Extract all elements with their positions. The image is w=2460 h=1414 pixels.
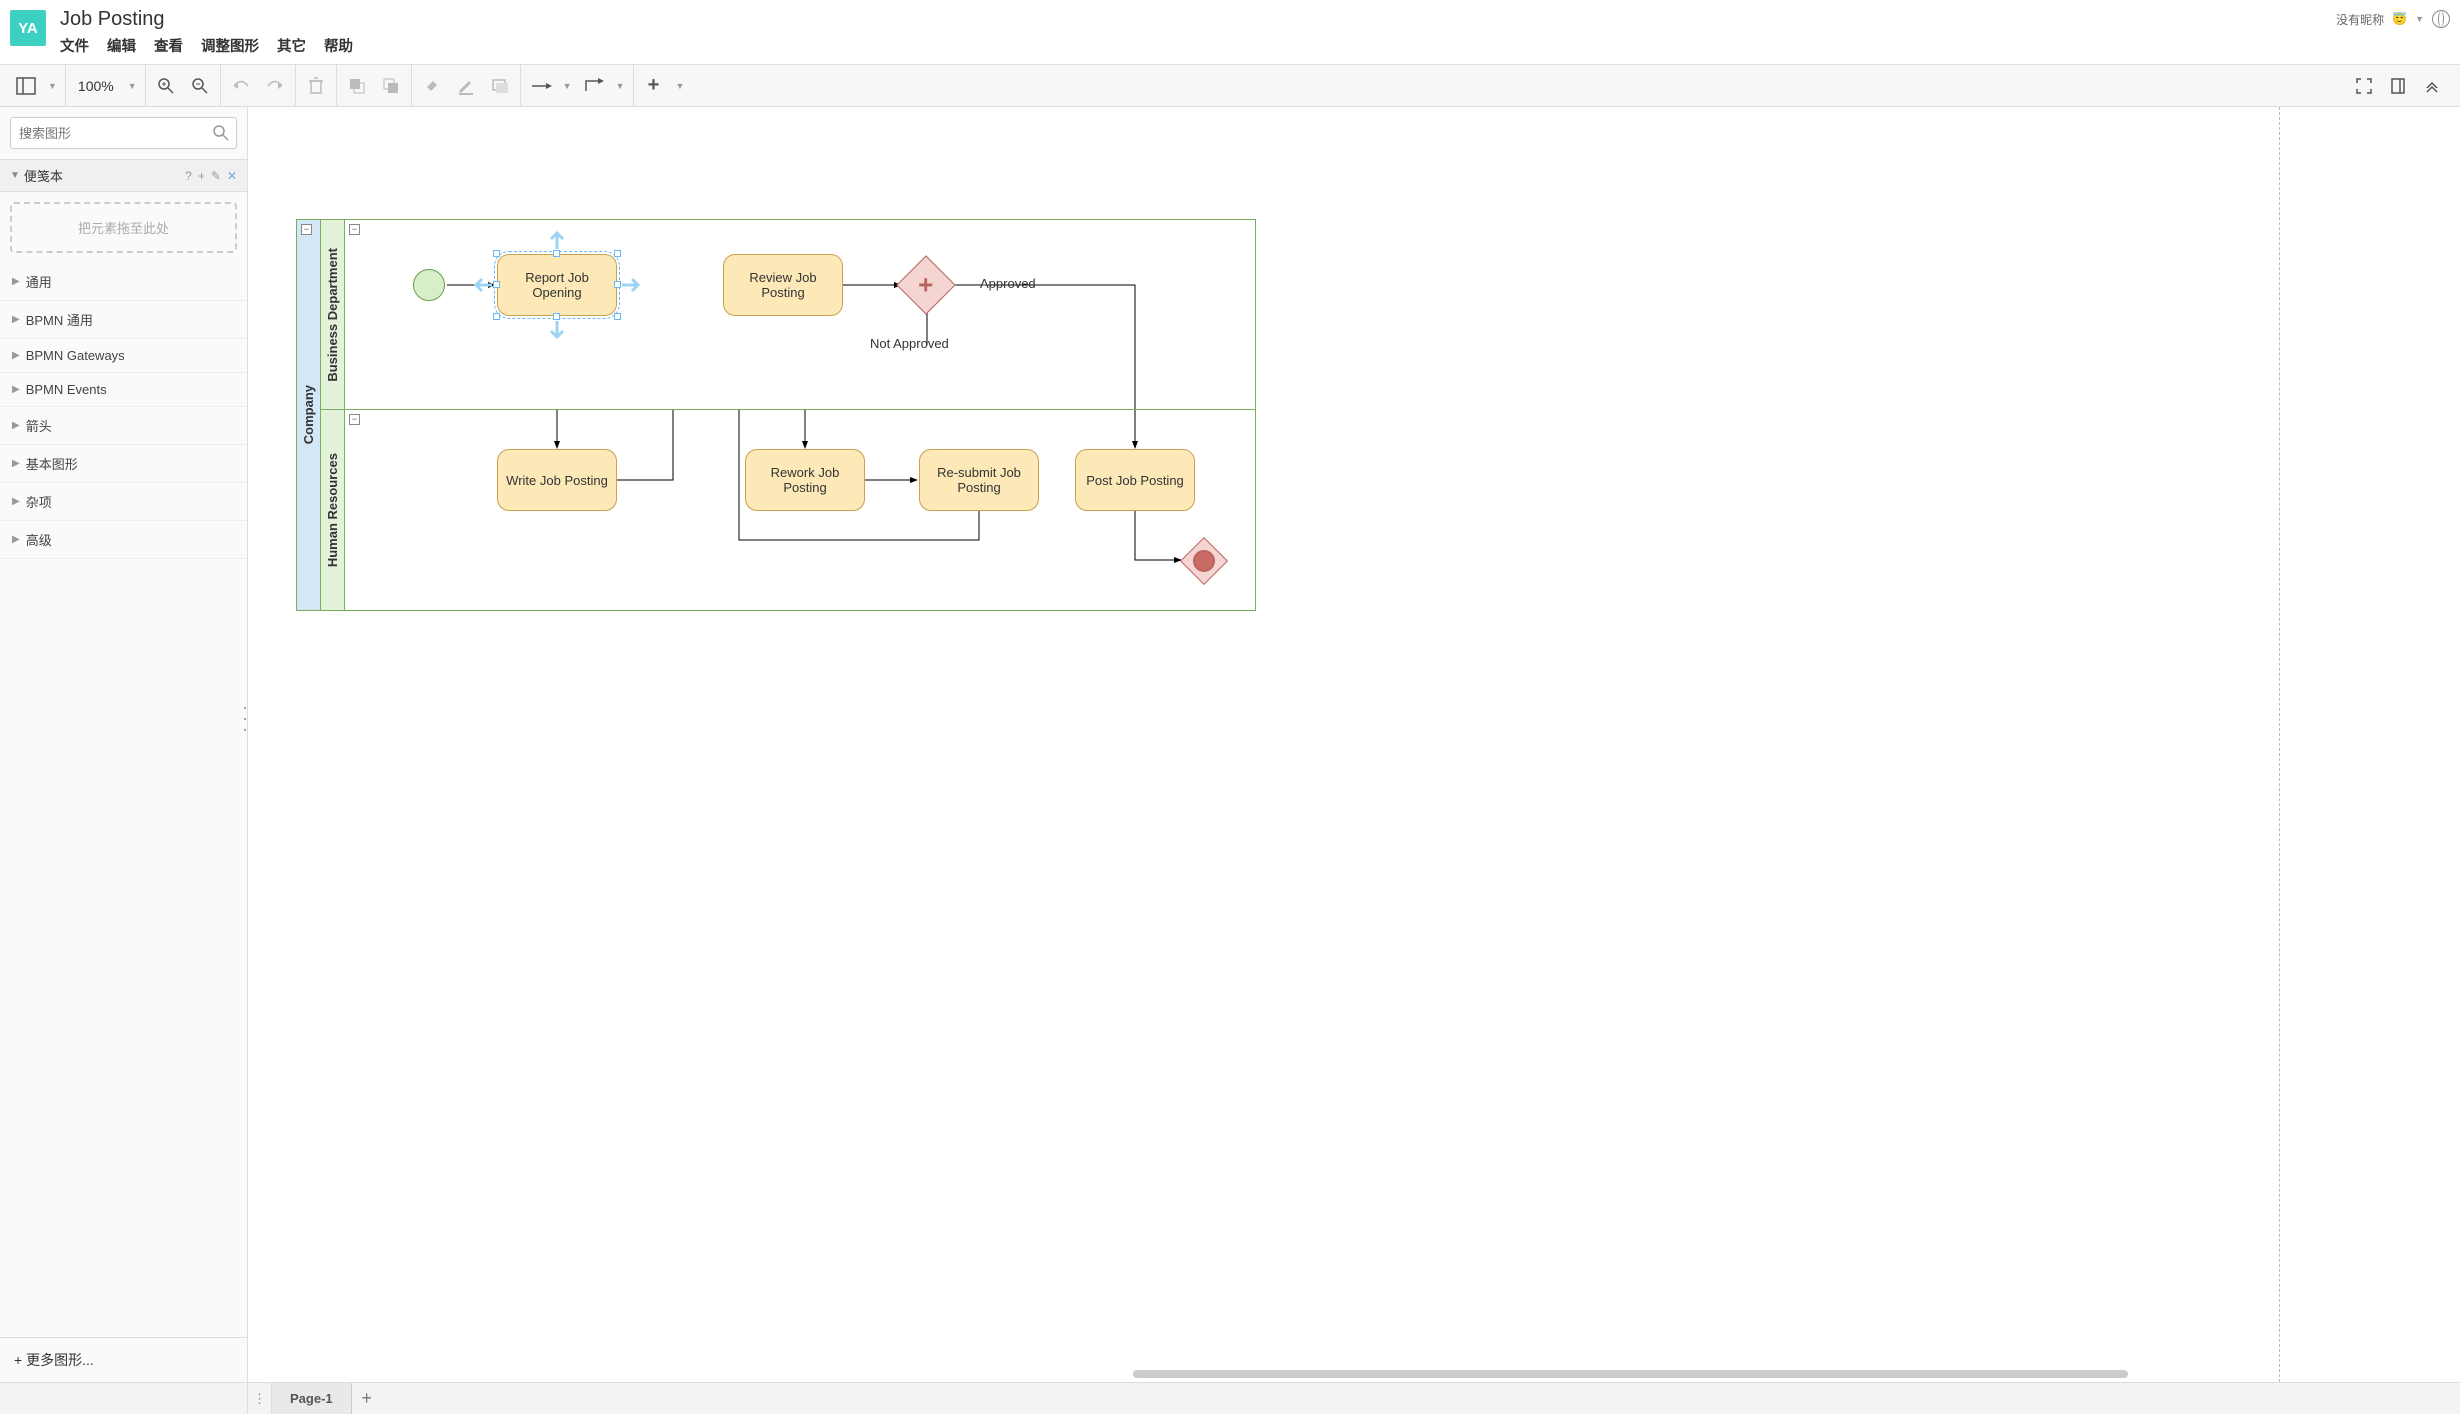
collapse-panel-button[interactable] [2420,74,2444,98]
line-color-button[interactable] [454,74,478,98]
add-page-button[interactable]: + [352,1383,382,1414]
waypoint-button[interactable] [582,74,606,98]
to-back-button[interactable] [379,74,403,98]
scratchpad-collapse-icon[interactable]: ▼ [10,170,20,181]
fill-color-button[interactable] [420,74,444,98]
insert-button[interactable]: + [642,74,666,98]
search-shapes-input[interactable] [10,117,237,149]
waypoint-caret-icon[interactable]: ▼ [616,81,625,91]
menu-file[interactable]: 文件 [60,35,89,56]
edge-label-approved[interactable]: Approved [980,276,1036,291]
language-icon[interactable] [2432,10,2450,28]
page-menu-button[interactable]: ⋮ [248,1383,272,1414]
zoom-out-button[interactable] [188,74,212,98]
scratchpad-close-icon[interactable]: ✕ [227,169,237,183]
scratchpad-title: 便笺本 [24,166,63,185]
task-rework-label: Rework Job Posting [750,465,860,495]
page-tab-1[interactable]: Page-1 [272,1383,352,1414]
toolbar: ▼ 100% ▼ ▼ ▼ + ▼ [0,65,2460,107]
user-emoji-icon: 😇 [2392,12,2407,26]
task-resubmit-job-posting[interactable]: Re-submit Job Posting [919,449,1039,511]
shapes-sidebar: ▼ 便笺本 ? + ✎ ✕ 把元素拖至此处 ▶通用 ▶BPMN 通用 ▶BPMN… [0,107,248,1382]
pool-collapse-icon[interactable]: − [301,224,312,235]
app-body: ▼ 便笺本 ? + ✎ ✕ 把元素拖至此处 ▶通用 ▶BPMN 通用 ▶BPMN… [0,107,2460,1382]
app-header: YA Job Posting 文件 编辑 查看 调整图形 其它 帮助 没有昵称 … [0,0,2460,65]
category-basic[interactable]: ▶基本图形 [0,445,247,483]
direction-arrow-down-icon[interactable] [549,321,565,343]
pool-title[interactable]: Company [297,220,321,610]
canvas[interactable]: Company − Business Department − [248,107,2460,1382]
edge-label-not-approved[interactable]: Not Approved [870,336,949,351]
view-mode-button[interactable] [14,74,38,98]
page-break-guide [2279,107,2280,1382]
format-panel-button[interactable] [2386,74,2410,98]
lane-business-title[interactable]: Business Department [321,220,345,409]
task-rework-job-posting[interactable]: Rework Job Posting [745,449,865,511]
category-bpmn-events[interactable]: ▶BPMN Events [0,373,247,407]
gateway-approval[interactable]: + [896,255,955,314]
bpmn-pool[interactable]: Company − Business Department − [296,219,1256,611]
app-logo: YA [10,10,46,46]
direction-arrow-left-icon[interactable] [470,277,492,293]
category-arrows[interactable]: ▶箭头 [0,407,247,445]
insert-caret-icon[interactable]: ▼ [676,81,685,91]
horizontal-scrollbar[interactable] [1133,1370,2128,1378]
end-event[interactable] [1180,537,1228,585]
category-misc[interactable]: ▶杂项 [0,483,247,521]
lane-business[interactable]: Business Department − [321,220,1255,410]
task-review-label: Review Job Posting [728,270,838,300]
zoom-level[interactable]: 100% [74,78,118,94]
category-bpmn-gateways[interactable]: ▶BPMN Gateways [0,339,247,373]
shadow-button[interactable] [488,74,512,98]
task-post-job-posting[interactable]: Post Job Posting [1075,449,1195,511]
menu-bar: 文件 编辑 查看 调整图形 其它 帮助 [60,35,2336,64]
task-report-label: Report Job Opening [502,270,612,300]
zoom-in-button[interactable] [154,74,178,98]
delete-button[interactable] [304,74,328,98]
category-bpmn-general[interactable]: ▶BPMN 通用 [0,301,247,339]
user-dropdown-icon[interactable]: ▼ [2415,14,2424,24]
scratchpad-help-icon[interactable]: ? [185,169,192,183]
lane-hr-title[interactable]: Human Resources [321,410,345,610]
task-review-job-posting[interactable]: Review Job Posting [723,254,843,316]
task-write-job-posting[interactable]: Write Job Posting [497,449,617,511]
direction-arrow-up-icon[interactable] [549,227,565,249]
category-general[interactable]: ▶通用 [0,263,247,301]
fullscreen-button[interactable] [2352,74,2376,98]
menu-help[interactable]: 帮助 [324,35,353,56]
user-label[interactable]: 没有昵称 [2336,11,2384,28]
direction-arrow-right-icon[interactable] [622,277,644,293]
task-resubmit-label: Re-submit Job Posting [924,465,1034,495]
redo-button[interactable] [263,74,287,98]
connection-type-button[interactable] [529,74,553,98]
canvas-area[interactable]: Company − Business Department − [248,107,2460,1382]
more-shapes-button[interactable]: + 更多图形... [0,1337,247,1382]
shape-categories: ▶通用 ▶BPMN 通用 ▶BPMN Gateways ▶BPMN Events… [0,263,247,1337]
category-advanced[interactable]: ▶高级 [0,521,247,559]
search-icon[interactable] [213,125,229,144]
task-post-label: Post Job Posting [1086,473,1184,488]
menu-extras[interactable]: 其它 [277,35,306,56]
to-front-button[interactable] [345,74,369,98]
lane-hr[interactable]: Human Resources − [321,410,1255,610]
scratchpad-edit-icon[interactable]: ✎ [211,169,221,183]
scratchpad-header[interactable]: ▼ 便笺本 ? + ✎ ✕ [0,159,247,192]
view-mode-caret-icon[interactable]: ▼ [48,81,57,91]
start-event[interactable] [413,269,445,301]
scratchpad-add-icon[interactable]: + [198,169,205,183]
connection-caret-icon[interactable]: ▼ [563,81,572,91]
scratchpad-dropzone[interactable]: 把元素拖至此处 [10,202,237,253]
header-right: 没有昵称 😇 ▼ [2336,6,2450,28]
zoom-caret-icon[interactable]: ▼ [128,81,137,91]
menu-arrange[interactable]: 调整图形 [201,35,259,56]
undo-button[interactable] [229,74,253,98]
page-tab-bar: ⋮ Page-1 + [0,1382,2460,1414]
task-write-label: Write Job Posting [506,473,608,488]
menu-edit[interactable]: 编辑 [107,35,136,56]
menu-view[interactable]: 查看 [154,35,183,56]
task-report-job-opening[interactable]: Report Job Opening [497,254,617,316]
document-title[interactable]: Job Posting [60,6,2336,35]
